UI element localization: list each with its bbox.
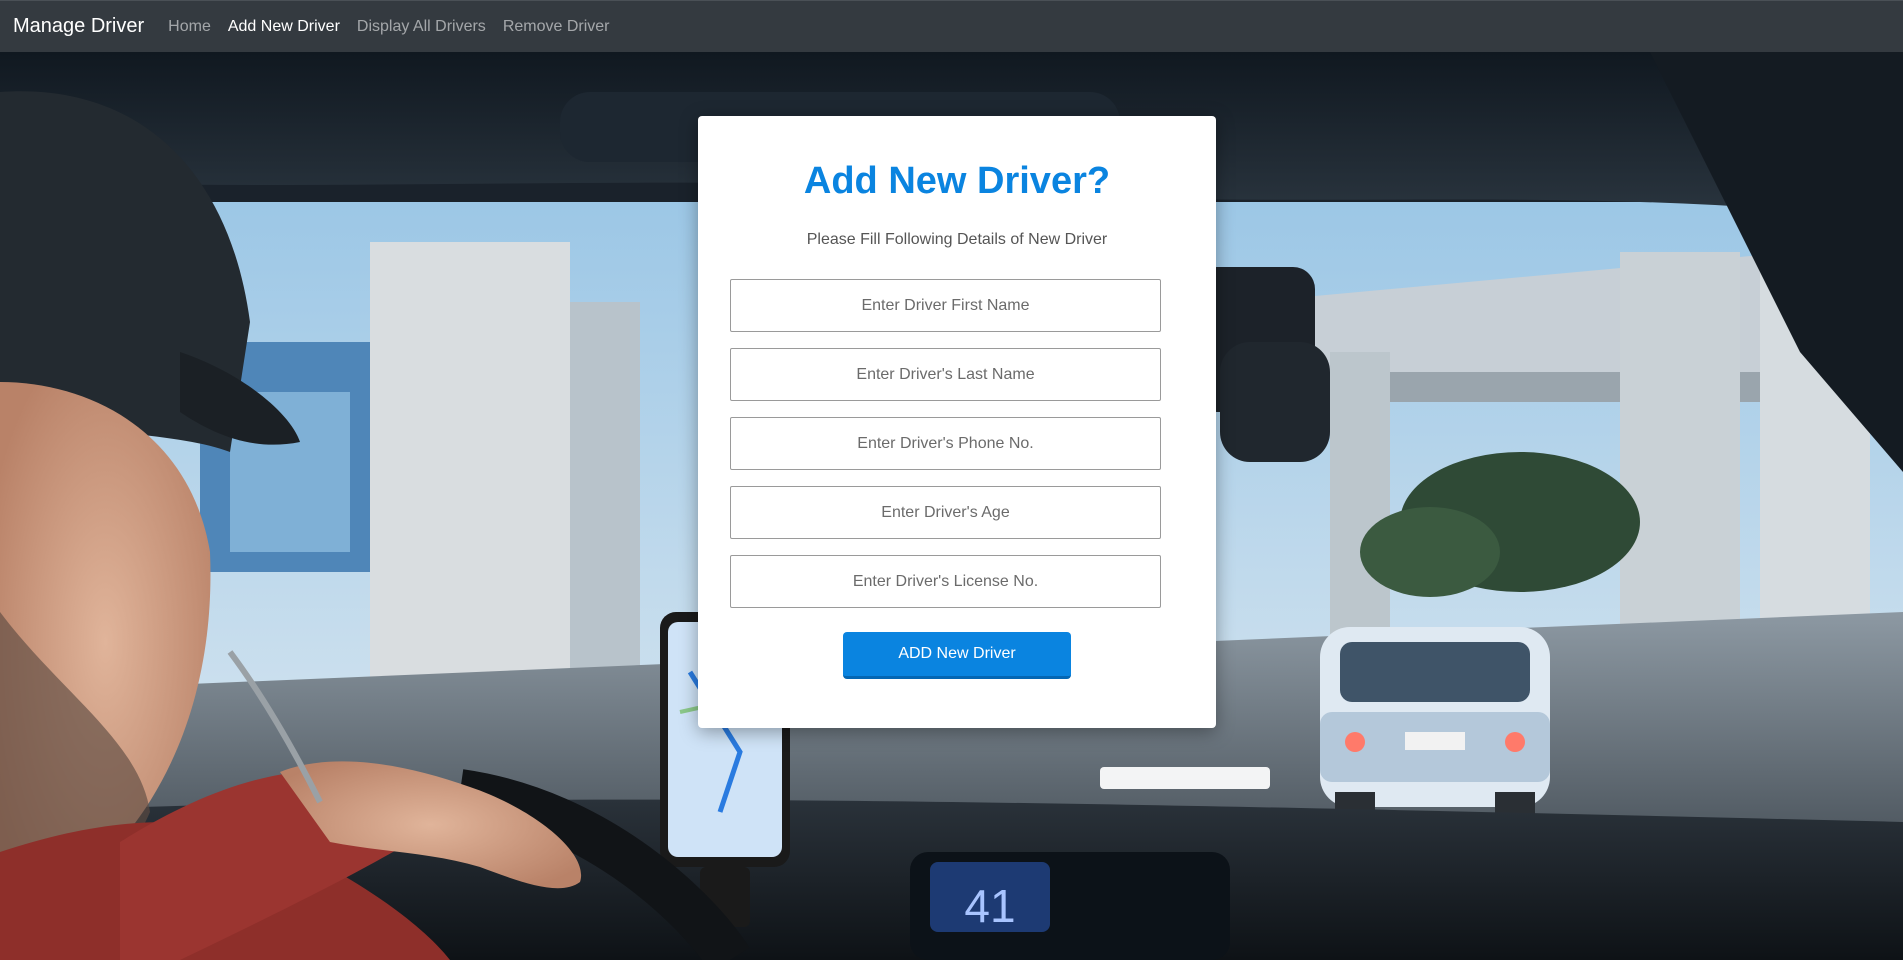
driver-license-input[interactable] bbox=[730, 555, 1161, 608]
top-navbar: Manage Driver Home Add New Driver Displa… bbox=[0, 0, 1903, 52]
add-new-driver-button[interactable]: ADD New Driver bbox=[843, 632, 1071, 679]
add-driver-form-card: Add New Driver? Please Fill Following De… bbox=[698, 116, 1216, 728]
nav-link-display-all-drivers[interactable]: Display All Drivers bbox=[357, 18, 486, 36]
nav-link-add-new-driver[interactable]: Add New Driver bbox=[228, 18, 340, 36]
dashboard-speed-readout: 41 bbox=[964, 880, 1015, 932]
driver-last-name-input[interactable] bbox=[730, 348, 1161, 401]
navbar-brand[interactable]: Manage Driver bbox=[13, 15, 144, 38]
driver-first-name-input[interactable] bbox=[730, 279, 1161, 332]
driver-phone-input[interactable] bbox=[730, 417, 1161, 470]
form-subtitle: Please Fill Following Details of New Dri… bbox=[806, 231, 1108, 248]
nav-link-remove-driver[interactable]: Remove Driver bbox=[503, 18, 610, 36]
nav-link-home[interactable]: Home bbox=[168, 18, 211, 36]
form-title: Add New Driver? bbox=[803, 160, 1111, 202]
driver-age-input[interactable] bbox=[730, 486, 1161, 539]
